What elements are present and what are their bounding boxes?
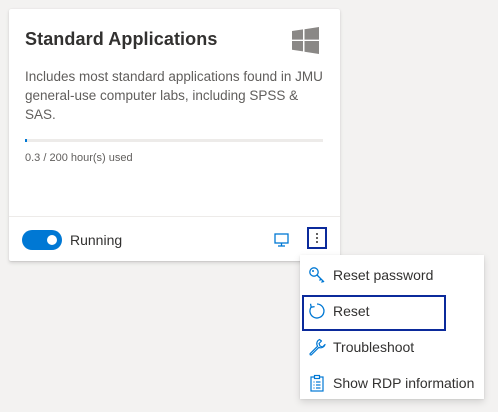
refresh-icon (308, 302, 326, 320)
wrench-icon (308, 338, 326, 356)
usage-progress-bar (25, 139, 323, 142)
context-menu: Reset password Reset Troubleshoot Show R… (300, 255, 484, 399)
card-title: Standard Applications (25, 29, 218, 49)
usage-progress-fill (25, 139, 28, 142)
more-options-button[interactable] (307, 227, 327, 249)
menu-item-label: Reset (333, 303, 370, 319)
menu-item-label: Reset password (333, 267, 434, 283)
menu-item-troubleshoot[interactable]: Troubleshoot (300, 329, 484, 365)
monitor-icon (273, 233, 289, 247)
clipboard-icon (308, 374, 326, 392)
menu-item-reset[interactable]: Reset (300, 293, 484, 331)
more-vertical-icon (316, 233, 318, 243)
menu-item-reset-password[interactable]: Reset password (300, 257, 484, 293)
usage-text: 0.3 / 200 hour(s) used (25, 152, 133, 164)
toggle-knob (47, 235, 57, 245)
key-icon (308, 266, 326, 284)
menu-item-show-rdp-information[interactable]: Show RDP information (300, 365, 484, 401)
connect-button[interactable] (270, 230, 292, 250)
running-toggle[interactable] (22, 230, 62, 250)
status-label: Running (70, 232, 123, 248)
card-divider (9, 216, 340, 217)
menu-item-label: Show RDP information (333, 375, 475, 391)
windows-logo-icon (292, 27, 319, 54)
menu-item-label: Troubleshoot (333, 339, 415, 355)
template-card: Standard Applications Includes most stan… (9, 9, 340, 261)
card-description: Includes most standard applications foun… (25, 69, 323, 122)
